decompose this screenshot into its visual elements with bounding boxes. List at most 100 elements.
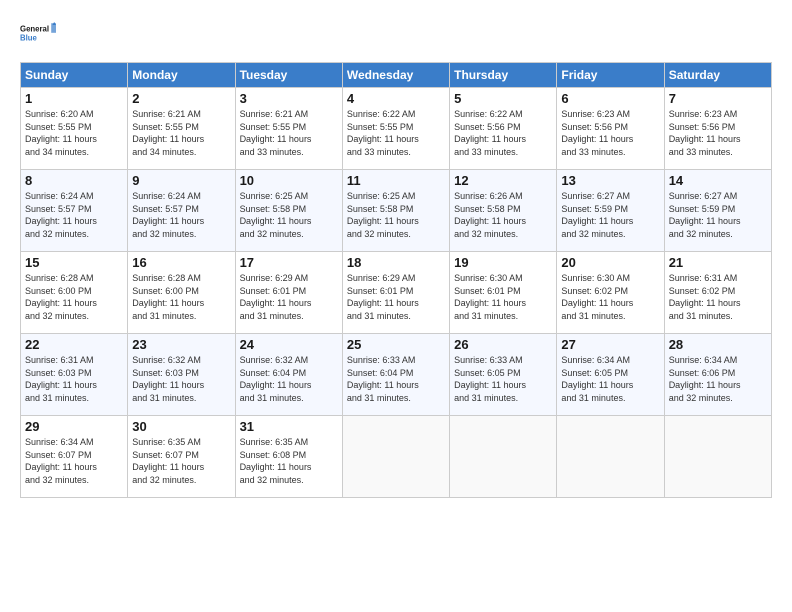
day-number: 1: [25, 91, 123, 106]
svg-text:Blue: Blue: [20, 34, 38, 43]
day-cell: 23 Sunrise: 6:32 AM Sunset: 6:03 PM Dayli…: [128, 334, 235, 416]
day-number: 10: [240, 173, 338, 188]
day-cell: 28 Sunrise: 6:34 AM Sunset: 6:06 PM Dayli…: [664, 334, 771, 416]
day-header-sunday: Sunday: [21, 63, 128, 88]
day-number: 12: [454, 173, 552, 188]
day-info: Sunrise: 6:21 AM Sunset: 5:55 PM Dayligh…: [132, 108, 230, 158]
day-info: Sunrise: 6:27 AM Sunset: 5:59 PM Dayligh…: [561, 190, 659, 240]
day-cell: 30 Sunrise: 6:35 AM Sunset: 6:07 PM Dayli…: [128, 416, 235, 498]
day-header-friday: Friday: [557, 63, 664, 88]
calendar-body: 1 Sunrise: 6:20 AM Sunset: 5:55 PM Daylig…: [21, 88, 772, 498]
day-cell: 21 Sunrise: 6:31 AM Sunset: 6:02 PM Dayli…: [664, 252, 771, 334]
day-info: Sunrise: 6:26 AM Sunset: 5:58 PM Dayligh…: [454, 190, 552, 240]
header: General Blue: [20, 16, 772, 52]
day-info: Sunrise: 6:34 AM Sunset: 6:06 PM Dayligh…: [669, 354, 767, 404]
day-number: 6: [561, 91, 659, 106]
day-info: Sunrise: 6:32 AM Sunset: 6:03 PM Dayligh…: [132, 354, 230, 404]
day-number: 7: [669, 91, 767, 106]
day-cell: 1 Sunrise: 6:20 AM Sunset: 5:55 PM Daylig…: [21, 88, 128, 170]
day-cell: 27 Sunrise: 6:34 AM Sunset: 6:05 PM Dayli…: [557, 334, 664, 416]
day-cell: 11 Sunrise: 6:25 AM Sunset: 5:58 PM Dayli…: [342, 170, 449, 252]
day-cell: 13 Sunrise: 6:27 AM Sunset: 5:59 PM Dayli…: [557, 170, 664, 252]
day-number: 11: [347, 173, 445, 188]
day-number: 31: [240, 419, 338, 434]
day-cell: 9 Sunrise: 6:24 AM Sunset: 5:57 PM Daylig…: [128, 170, 235, 252]
day-cell: 8 Sunrise: 6:24 AM Sunset: 5:57 PM Daylig…: [21, 170, 128, 252]
header-row: SundayMondayTuesdayWednesdayThursdayFrid…: [21, 63, 772, 88]
day-info: Sunrise: 6:33 AM Sunset: 6:04 PM Dayligh…: [347, 354, 445, 404]
day-cell: [557, 416, 664, 498]
day-cell: 7 Sunrise: 6:23 AM Sunset: 5:56 PM Daylig…: [664, 88, 771, 170]
day-number: 16: [132, 255, 230, 270]
day-number: 3: [240, 91, 338, 106]
day-info: Sunrise: 6:34 AM Sunset: 6:05 PM Dayligh…: [561, 354, 659, 404]
logo-svg: General Blue: [20, 16, 56, 52]
day-number: 2: [132, 91, 230, 106]
logo: General Blue: [20, 16, 56, 52]
day-header-wednesday: Wednesday: [342, 63, 449, 88]
calendar-table: SundayMondayTuesdayWednesdayThursdayFrid…: [20, 62, 772, 498]
day-number: 9: [132, 173, 230, 188]
day-number: 14: [669, 173, 767, 188]
day-info: Sunrise: 6:24 AM Sunset: 5:57 PM Dayligh…: [25, 190, 123, 240]
day-cell: 22 Sunrise: 6:31 AM Sunset: 6:03 PM Dayli…: [21, 334, 128, 416]
day-cell: 6Sunrise: 6:23 AM Sunset: 5:56 PM Daylig…: [557, 88, 664, 170]
day-info: Sunrise: 6:28 AM Sunset: 6:00 PM Dayligh…: [25, 272, 123, 322]
day-number: 27: [561, 337, 659, 352]
day-cell: 24 Sunrise: 6:32 AM Sunset: 6:04 PM Dayli…: [235, 334, 342, 416]
day-cell: 25 Sunrise: 6:33 AM Sunset: 6:04 PM Dayli…: [342, 334, 449, 416]
day-header-monday: Monday: [128, 63, 235, 88]
day-info: Sunrise: 6:20 AM Sunset: 5:55 PM Dayligh…: [25, 108, 123, 158]
day-number: 4: [347, 91, 445, 106]
day-cell: 17Sunrise: 6:29 AM Sunset: 6:01 PM Dayli…: [235, 252, 342, 334]
day-info: Sunrise: 6:27 AM Sunset: 5:59 PM Dayligh…: [669, 190, 767, 240]
week-row-5: 29 Sunrise: 6:34 AM Sunset: 6:07 PM Dayli…: [21, 416, 772, 498]
day-info: Sunrise: 6:30 AM Sunset: 6:01 PM Dayligh…: [454, 272, 552, 322]
day-number: 13: [561, 173, 659, 188]
day-info: Sunrise: 6:35 AM Sunset: 6:07 PM Dayligh…: [132, 436, 230, 486]
day-number: 21: [669, 255, 767, 270]
day-cell: 15 Sunrise: 6:28 AM Sunset: 6:00 PM Dayli…: [21, 252, 128, 334]
day-number: 25: [347, 337, 445, 352]
week-row-4: 22 Sunrise: 6:31 AM Sunset: 6:03 PM Dayli…: [21, 334, 772, 416]
day-number: 23: [132, 337, 230, 352]
day-info: Sunrise: 6:25 AM Sunset: 5:58 PM Dayligh…: [347, 190, 445, 240]
calendar-page: General Blue SundayMondayTuesdayWednesda…: [0, 0, 792, 612]
day-info: Sunrise: 6:29 AM Sunset: 6:01 PM Dayligh…: [347, 272, 445, 322]
day-cell: 31 Sunrise: 6:35 AM Sunset: 6:08 PM Dayli…: [235, 416, 342, 498]
day-number: 19: [454, 255, 552, 270]
day-cell: 2 Sunrise: 6:21 AM Sunset: 5:55 PM Daylig…: [128, 88, 235, 170]
day-info: Sunrise: 6:31 AM Sunset: 6:02 PM Dayligh…: [669, 272, 767, 322]
day-number: 30: [132, 419, 230, 434]
day-info: Sunrise: 6:24 AM Sunset: 5:57 PM Dayligh…: [132, 190, 230, 240]
day-cell: 14 Sunrise: 6:27 AM Sunset: 5:59 PM Dayli…: [664, 170, 771, 252]
day-header-saturday: Saturday: [664, 63, 771, 88]
day-info: Sunrise: 6:25 AM Sunset: 5:58 PM Dayligh…: [240, 190, 338, 240]
day-number: 22: [25, 337, 123, 352]
day-cell: 26Sunrise: 6:33 AM Sunset: 6:05 PM Dayli…: [450, 334, 557, 416]
day-info: Sunrise: 6:32 AM Sunset: 6:04 PM Dayligh…: [240, 354, 338, 404]
day-cell: 12 Sunrise: 6:26 AM Sunset: 5:58 PM Dayli…: [450, 170, 557, 252]
svg-text:General: General: [20, 25, 49, 34]
day-cell: 19 Sunrise: 6:30 AM Sunset: 6:01 PM Dayli…: [450, 252, 557, 334]
day-cell: 16 Sunrise: 6:28 AM Sunset: 6:00 PM Dayli…: [128, 252, 235, 334]
day-info: Sunrise: 6:23 AM Sunset: 5:56 PM Dayligh…: [669, 108, 767, 158]
day-cell: 5Sunrise: 6:22 AM Sunset: 5:56 PM Daylig…: [450, 88, 557, 170]
day-info: Sunrise: 6:22 AM Sunset: 5:55 PM Dayligh…: [347, 108, 445, 158]
day-header-thursday: Thursday: [450, 63, 557, 88]
day-number: 29: [25, 419, 123, 434]
day-info: Sunrise: 6:34 AM Sunset: 6:07 PM Dayligh…: [25, 436, 123, 486]
day-info: Sunrise: 6:35 AM Sunset: 6:08 PM Dayligh…: [240, 436, 338, 486]
day-info: Sunrise: 6:28 AM Sunset: 6:00 PM Dayligh…: [132, 272, 230, 322]
day-number: 26: [454, 337, 552, 352]
day-number: 5: [454, 91, 552, 106]
week-row-2: 8 Sunrise: 6:24 AM Sunset: 5:57 PM Daylig…: [21, 170, 772, 252]
day-number: 20: [561, 255, 659, 270]
day-number: 15: [25, 255, 123, 270]
day-cell: 3Sunrise: 6:21 AM Sunset: 5:55 PM Daylig…: [235, 88, 342, 170]
day-number: 8: [25, 173, 123, 188]
day-number: 24: [240, 337, 338, 352]
day-info: Sunrise: 6:31 AM Sunset: 6:03 PM Dayligh…: [25, 354, 123, 404]
day-number: 28: [669, 337, 767, 352]
day-cell: 20Sunrise: 6:30 AM Sunset: 6:02 PM Dayli…: [557, 252, 664, 334]
